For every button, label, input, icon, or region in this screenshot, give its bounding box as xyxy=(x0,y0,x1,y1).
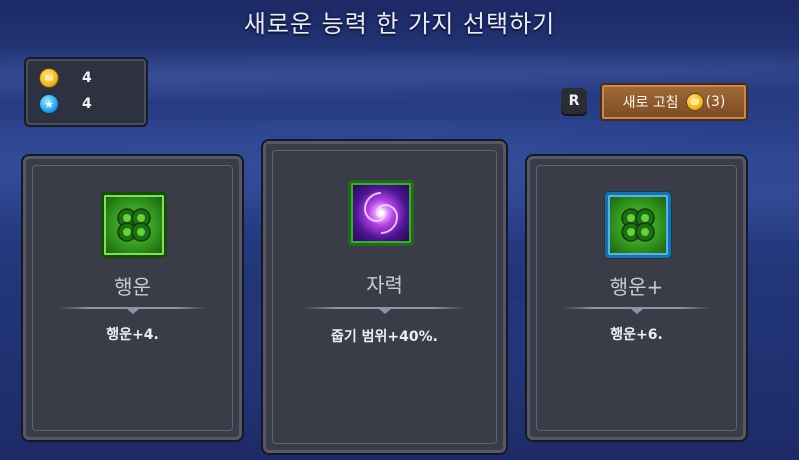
card-description: 줍기 범위+40%. xyxy=(331,329,438,345)
ability-card-luck[interactable]: 행운 행운+4. xyxy=(21,154,244,442)
gem-counter: ★ 4 xyxy=(40,94,92,114)
coin-counter: 4 xyxy=(40,68,92,88)
gold-coin-icon xyxy=(686,94,703,110)
blue-star-gem-icon: ★ xyxy=(40,95,58,113)
coin-count: 4 xyxy=(82,70,92,86)
reroll-hotkey: R xyxy=(561,88,587,114)
ability-card-magnet[interactable]: 자력 줍기 범위+40%. xyxy=(261,139,508,455)
card-title: 행운 xyxy=(114,275,151,299)
divider xyxy=(59,307,206,314)
page-title: 새로운 능력 한 가지 선택하기 xyxy=(243,10,556,38)
clover-icon xyxy=(605,192,671,258)
divider xyxy=(303,307,466,314)
divider xyxy=(563,307,710,314)
resource-panel: 4 ★ 4 xyxy=(24,57,148,127)
reroll-count: (3) xyxy=(705,94,726,110)
reroll-label: 새로 고침 xyxy=(622,95,679,111)
clover-icon xyxy=(101,192,167,258)
card-title: 자력 xyxy=(366,273,403,297)
gem-count: 4 xyxy=(82,96,92,112)
card-description: 행운+6. xyxy=(610,327,663,343)
gold-coin-icon xyxy=(40,69,58,87)
card-title: 행운+ xyxy=(609,275,664,299)
ability-card-luck-plus[interactable]: 행운+ 행운+6. xyxy=(525,154,748,442)
card-description: 행운+4. xyxy=(106,327,159,343)
reroll-button[interactable]: 새로 고침 (3) xyxy=(600,83,748,121)
vortex-icon xyxy=(348,180,414,246)
